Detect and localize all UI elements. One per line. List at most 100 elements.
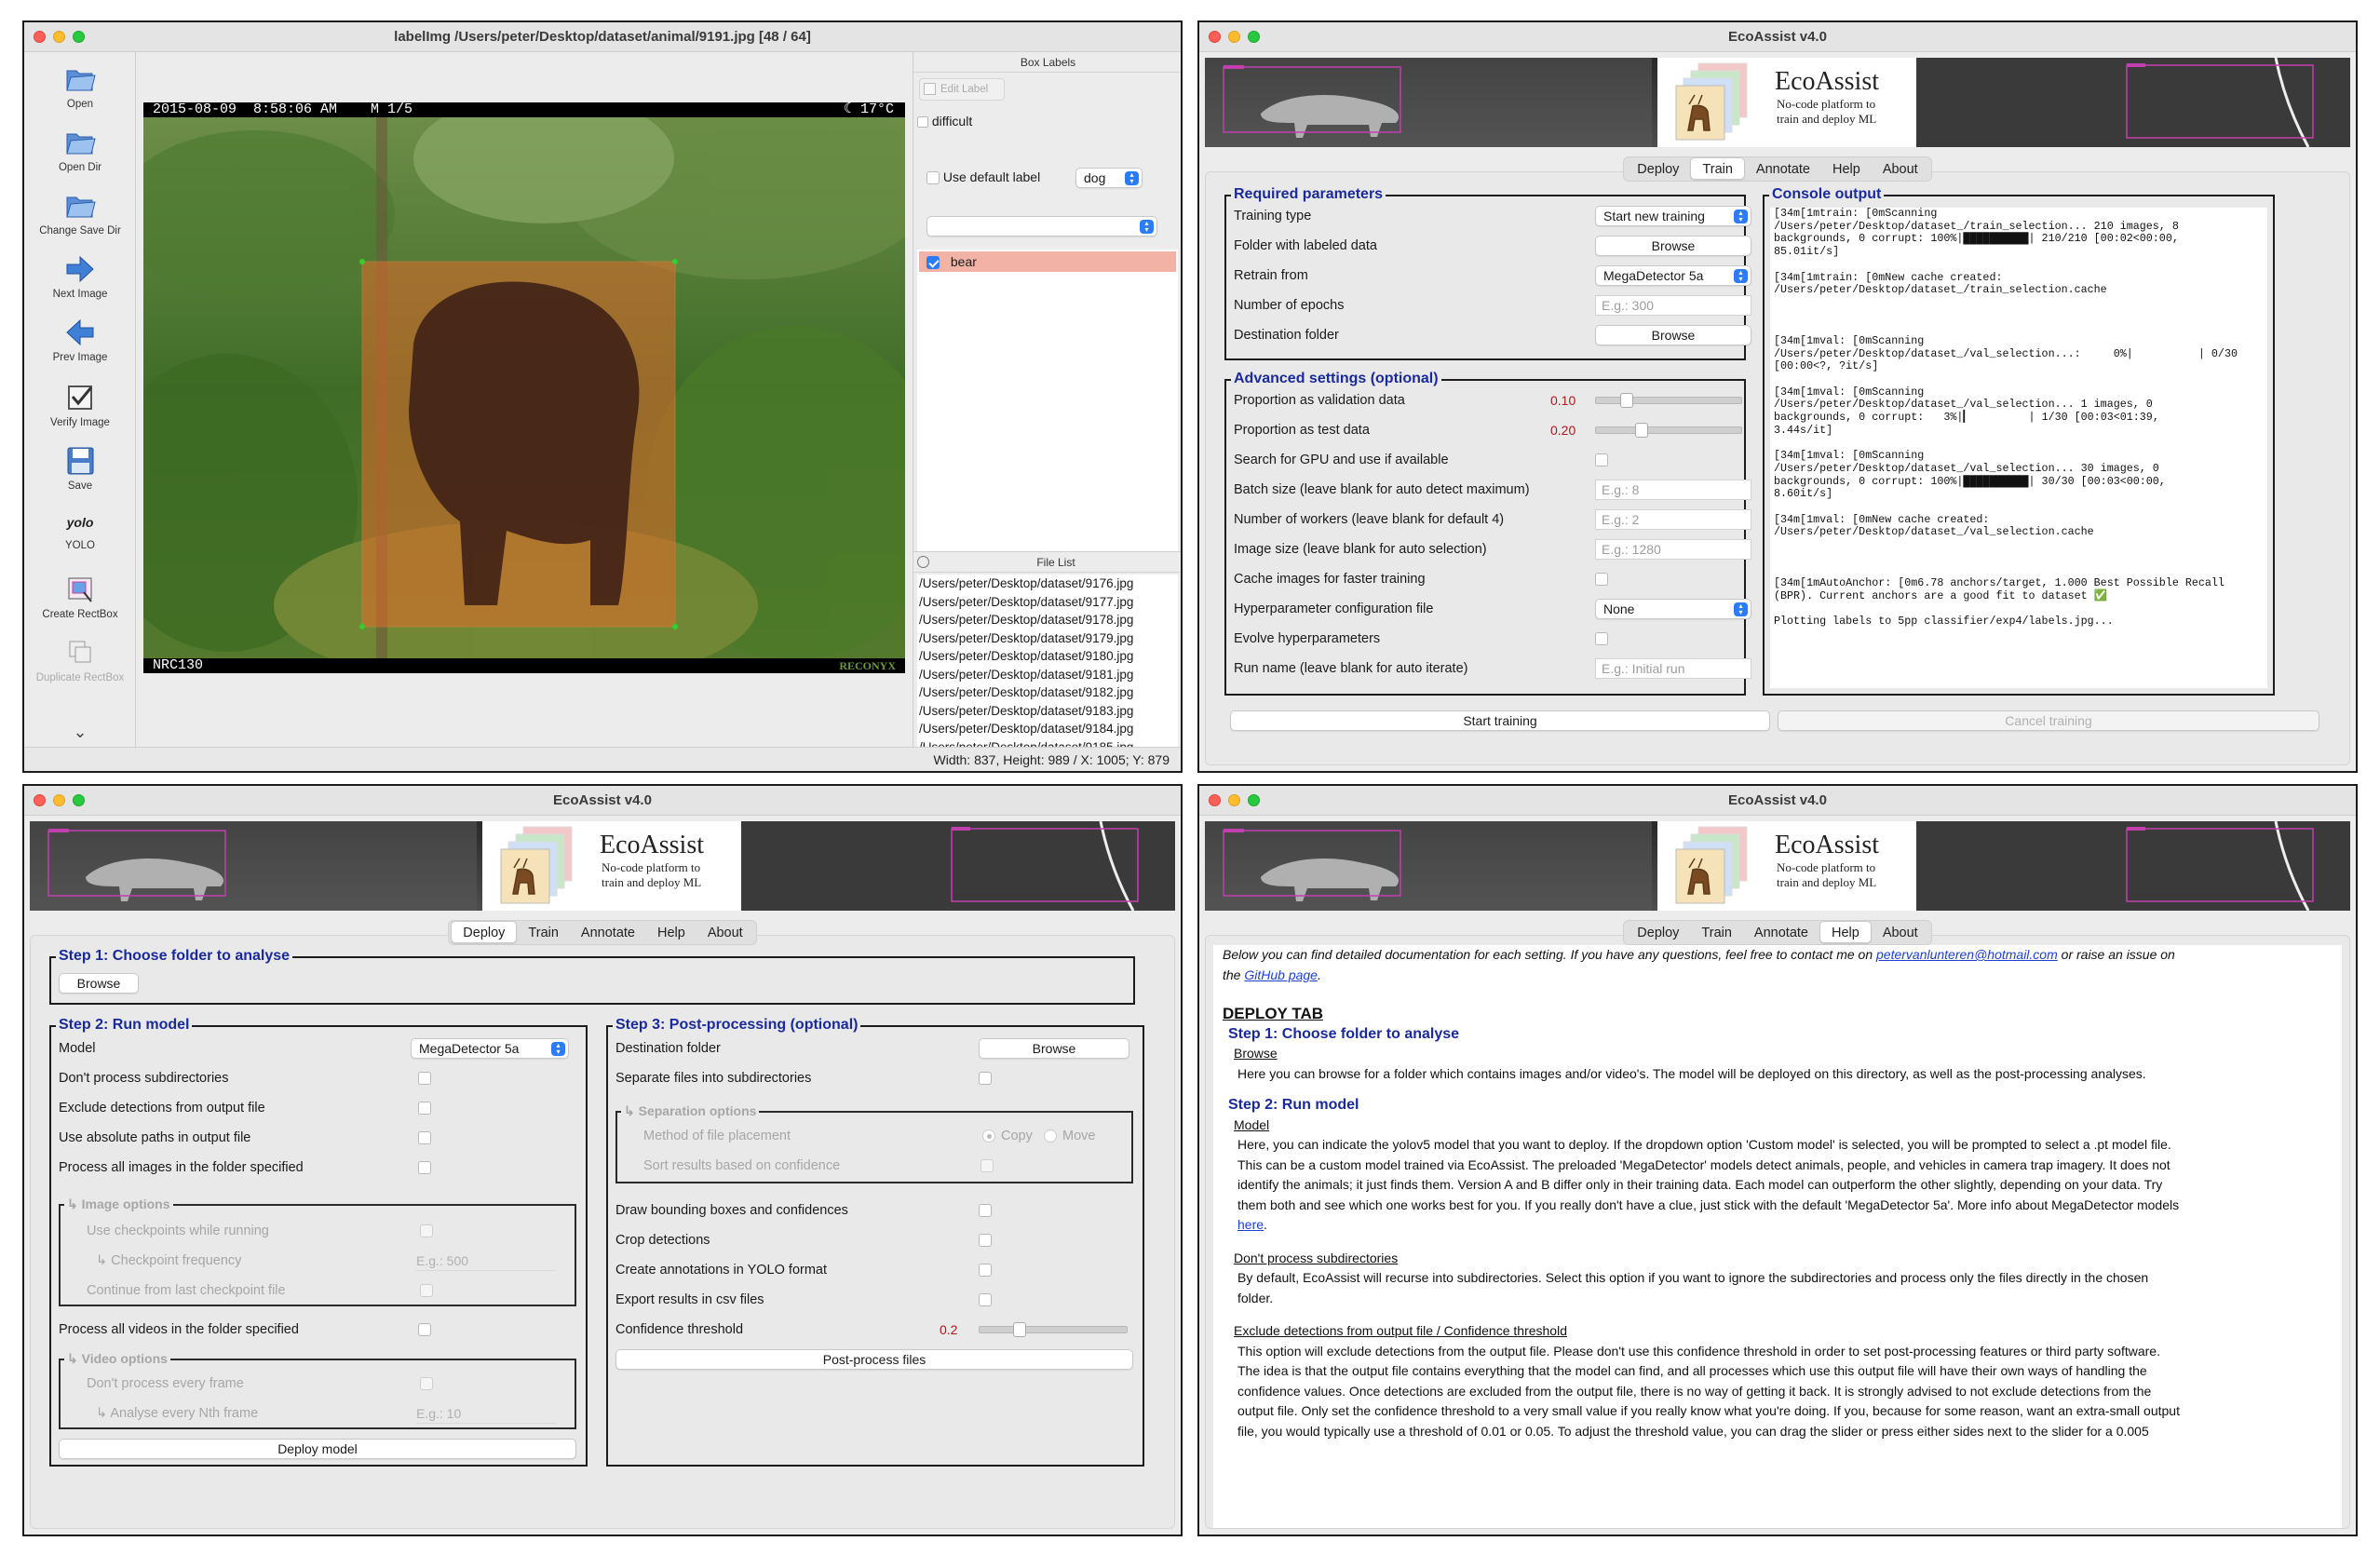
tab-train[interactable]: Train [517, 922, 570, 944]
slider-knob[interactable] [1635, 423, 1648, 438]
cancel-training-button[interactable]: Cancel training [1778, 710, 2319, 731]
crop-detections-checkbox[interactable] [979, 1234, 992, 1247]
tab-deploy[interactable]: Deploy [1626, 158, 1690, 181]
file-list-item[interactable]: /Users/peter/Desktop/dataset/9183.jpg [919, 702, 1178, 721]
label-item-bear[interactable]: bear [919, 251, 1176, 272]
file-list-item[interactable]: /Users/peter/Desktop/dataset/9176.jpg [919, 575, 1178, 593]
option-checkbox[interactable] [420, 1224, 433, 1237]
start-training-button[interactable]: Start training [1230, 710, 1770, 731]
minimize-button[interactable] [53, 31, 65, 43]
destination-folder-browse-button[interactable]: Browse [1595, 325, 1751, 345]
tab-deploy[interactable]: Deploy [451, 921, 518, 943]
draw-bounding-boxes-and-confidences-checkbox[interactable] [979, 1204, 992, 1217]
file-list-item[interactable]: /Users/peter/Desktop/dataset/9180.jpg [919, 647, 1178, 666]
file-list-item[interactable]: /Users/peter/Desktop/dataset/9178.jpg [919, 611, 1178, 629]
zoom-button[interactable] [73, 794, 85, 806]
minimize-button[interactable] [1228, 794, 1240, 806]
tab-annotate[interactable]: Annotate [570, 922, 646, 944]
duplicate-rectbox-tool[interactable]: Duplicate RectBox [24, 637, 136, 683]
slider-knob[interactable] [1620, 393, 1633, 408]
file-list-item[interactable]: /Users/peter/Desktop/dataset/9184.jpg [919, 720, 1178, 738]
next-image-tool[interactable]: Next Image [24, 253, 136, 300]
label-combo[interactable]: ▴ ▾ [926, 216, 1157, 237]
label-checkbox[interactable] [926, 256, 940, 270]
separate-files-into-subdirectories-checkbox[interactable] [979, 1072, 992, 1085]
yolo-format-tool[interactable]: yolo YOLO [24, 508, 136, 551]
save-tool[interactable]: Save [24, 445, 136, 492]
edit-label-button[interactable]: Edit Label [919, 78, 1005, 101]
process-all-images-in-the-folder-specified-checkbox[interactable] [418, 1161, 431, 1174]
model-select[interactable]: MegaDetector 5a ▴ ▾ [411, 1038, 569, 1059]
step1-browse-button[interactable]: Browse [59, 973, 139, 994]
close-button[interactable] [1209, 31, 1221, 43]
prev-image-tool[interactable]: Prev Image [24, 317, 136, 363]
create-annotations-in-yolo-format-checkbox[interactable] [979, 1264, 992, 1277]
exclude-detections-from-output-file-checkbox[interactable] [418, 1102, 431, 1115]
tab-annotate[interactable]: Annotate [1745, 158, 1821, 181]
number-of-epochs-entry[interactable]: E.g.: 300 [1595, 295, 1751, 316]
option-checkbox[interactable] [420, 1284, 433, 1297]
minimize-button[interactable] [53, 794, 65, 806]
tab-help[interactable]: Help [646, 922, 696, 944]
tab-deploy[interactable]: Deploy [1626, 922, 1690, 944]
search-for-gpu-and-use-if-available-checkbox[interactable] [1595, 453, 1608, 466]
use-absolute-paths-in-output-file-checkbox[interactable] [418, 1131, 431, 1144]
post-process-button[interactable]: Post-process files [615, 1349, 1133, 1370]
difficult-checkbox[interactable]: difficult [917, 114, 972, 128]
option-checkbox[interactable] [420, 1377, 433, 1390]
tab-about[interactable]: About [696, 922, 754, 944]
minimize-button[interactable] [1228, 31, 1240, 43]
proportion-as-validation-data-slider[interactable] [1595, 393, 1742, 408]
checkbox[interactable] [917, 116, 928, 128]
open-dir-tool[interactable]: Open Dir [24, 127, 136, 173]
slider-knob[interactable] [1013, 1322, 1026, 1337]
camera-trap-image[interactable]: 2015-08-09 8:58:06 AM M 1/5 ☾ 17°C NRC13… [143, 102, 905, 673]
export-results-in-csv-files-checkbox[interactable] [979, 1293, 992, 1306]
zoom-button[interactable] [1248, 31, 1260, 43]
retrain-from-select[interactable]: MegaDetector 5a ▴ ▾ [1595, 265, 1751, 286]
tab-train[interactable]: Train [1690, 157, 1745, 180]
batch-size-leave-blank-for-auto-detect-maximum-entry[interactable]: E.g.: 8 [1595, 480, 1751, 500]
file-list-item[interactable]: /Users/peter/Desktop/dataset/9179.jpg [919, 629, 1178, 648]
dock-float-icon[interactable] [917, 556, 929, 568]
tab-about[interactable]: About [1872, 922, 1929, 944]
hyperparameter-configuration-file-select[interactable]: None ▴ ▾ [1595, 599, 1751, 619]
zoom-button[interactable] [73, 31, 85, 43]
number-of-workers-leave-blank-for-default-4-entry[interactable]: E.g.: 2 [1595, 509, 1751, 530]
create-rectbox-tool[interactable]: Create RectBox [24, 574, 136, 620]
training-type-select[interactable]: Start new training ▴ ▾ [1595, 206, 1751, 226]
sort-confidence-checkbox[interactable] [980, 1159, 994, 1172]
close-button[interactable] [1209, 794, 1221, 806]
proportion-as-test-data-slider[interactable] [1595, 423, 1742, 438]
zoom-button[interactable] [1248, 794, 1260, 806]
file-list-item[interactable]: /Users/peter/Desktop/dataset/9182.jpg [919, 683, 1178, 702]
use-default-label-checkbox[interactable]: Use default label [926, 169, 1040, 185]
tab-annotate[interactable]: Annotate [1743, 922, 1819, 944]
tab-help[interactable]: Help [1819, 921, 1872, 943]
tab-about[interactable]: About [1872, 158, 1929, 181]
email-link[interactable]: petervanlunteren@hotmail.com [1876, 947, 2058, 962]
double-chevron-down-icon[interactable]: ⌄ [24, 723, 136, 742]
checkpoint-frequency-entry[interactable]: E.g.: 500 [416, 1251, 556, 1271]
close-button[interactable] [34, 794, 46, 806]
evolve-hyperparameters-checkbox[interactable] [1595, 632, 1608, 645]
nth-frame-entry[interactable]: E.g.: 10 [416, 1403, 556, 1424]
default-label-select[interactable]: dog ▴ ▾ [1075, 168, 1143, 188]
change-save-dir-tool[interactable]: Change Save Dir [24, 190, 136, 237]
confidence-threshold-slider[interactable] [979, 1322, 1128, 1337]
folder-with-labeled-data-browse-button[interactable]: Browse [1595, 236, 1751, 256]
tab-help[interactable]: Help [1821, 158, 1872, 181]
file-list-item[interactable]: /Users/peter/Desktop/dataset/9181.jpg [919, 666, 1178, 684]
checkbox[interactable] [926, 171, 940, 185]
megadetector-link[interactable]: here [1237, 1217, 1264, 1232]
deploy-model-button[interactable]: Deploy model [59, 1439, 576, 1459]
tab-train[interactable]: Train [1690, 922, 1743, 944]
image-size-leave-blank-for-auto-selection-entry[interactable]: E.g.: 1280 [1595, 539, 1751, 560]
file-list-item[interactable]: /Users/peter/Desktop/dataset/9177.jpg [919, 593, 1178, 612]
github-link[interactable]: GitHub page [1244, 967, 1318, 982]
process-videos-checkbox[interactable] [418, 1323, 431, 1336]
run-name-leave-blank-for-auto-iterate-entry[interactable]: E.g.: Initial run [1595, 658, 1751, 679]
radio-move[interactable] [1044, 1129, 1057, 1143]
open-tool[interactable]: Open [24, 63, 136, 110]
don-t-process-subdirectories-checkbox[interactable] [418, 1072, 431, 1085]
